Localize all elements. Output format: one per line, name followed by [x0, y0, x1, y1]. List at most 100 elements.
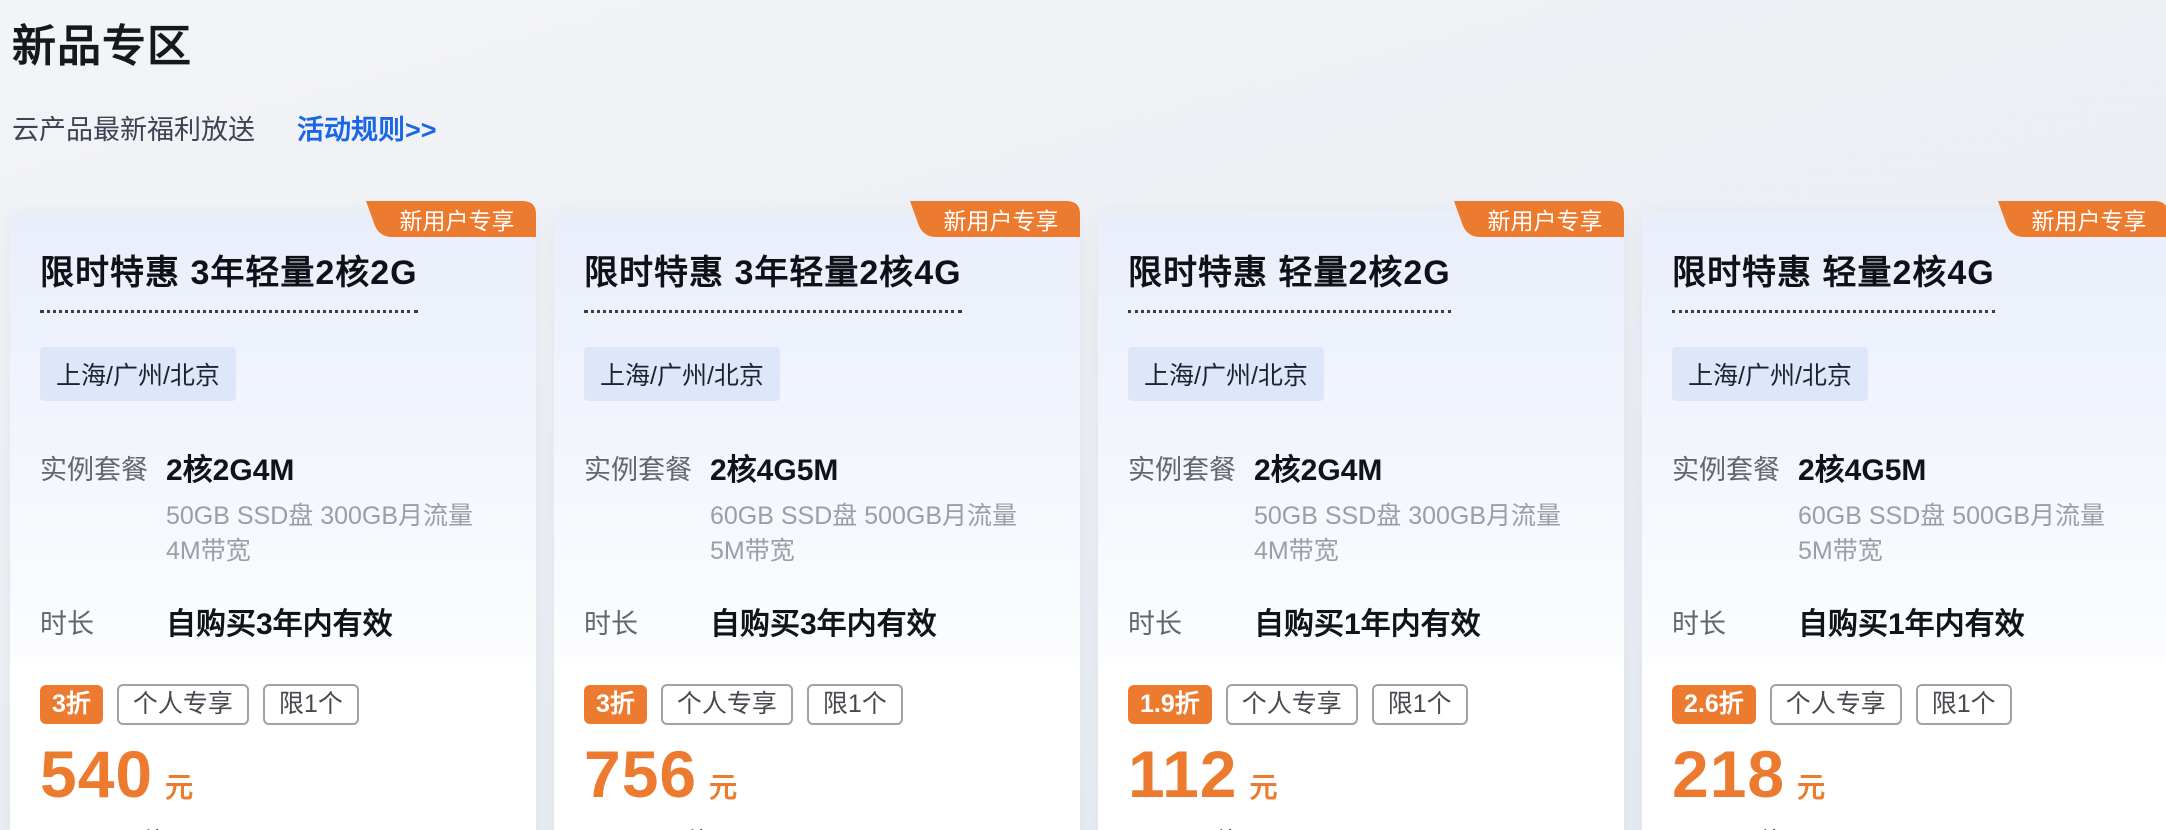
tags-row: 3折 个人专享 限1个 — [584, 684, 1050, 725]
card-title: 限时特惠 3年轻量2核4G — [584, 245, 962, 313]
duration-label: 时长 — [584, 599, 710, 643]
monthly-price: 约15元/月 — [141, 821, 260, 830]
region-tag: 上海/广州/北京 — [40, 347, 236, 401]
price-unit: 元 — [1797, 766, 1825, 806]
limit-tag: 限1个 — [263, 684, 359, 725]
original-price: 1800元 — [40, 821, 127, 830]
new-user-ribbon: 新用户专享 — [1988, 201, 2166, 237]
card-price-section: 1.9折 个人专享 限1个 112 元 600元 约9.33元/月 — [1098, 664, 1624, 830]
package-detail-line1: 50GB SSD盘 300GB月流量 — [1254, 499, 1561, 534]
page-header: 新品专区 云产品最新福利放送 活动规则>> — [0, 0, 2166, 147]
tags-row: 2.6折 个人专享 限1个 — [1672, 684, 2138, 725]
card-title: 限时特惠 轻量2核4G — [1672, 245, 1995, 313]
spec-row-package: 实例套餐 2核2G4M 50GB SSD盘 300GB月流量 4M带宽 — [40, 445, 506, 569]
discount-tag: 3折 — [40, 685, 103, 724]
package-detail: 60GB SSD盘 500GB月流量 5M带宽 — [1798, 499, 2105, 569]
monthly-price: 约9.33元/月 — [1214, 821, 1355, 830]
card-top-section: 限时特惠 轻量2核2G 上海/广州/北京 实例套餐 2核2G4M 50GB SS… — [1098, 211, 1624, 664]
new-user-ribbon: 新用户专享 — [900, 201, 1080, 237]
price-unit: 元 — [1249, 766, 1277, 806]
duration-value: 自购买3年内有效 — [166, 599, 393, 643]
price-unit: 元 — [709, 766, 737, 806]
product-card[interactable]: 新用户专享 限时特惠 3年轻量2核4G 上海/广州/北京 实例套餐 2核4G5M… — [554, 211, 1080, 830]
spec-row-duration: 时长 自购买3年内有效 — [40, 599, 506, 643]
spec-row-package: 实例套餐 2核4G5M 60GB SSD盘 500GB月流量 5M带宽 — [584, 445, 1050, 569]
price-row: 218 元 — [1672, 741, 2138, 807]
monthly-price: 约21元/月 — [685, 821, 804, 830]
package-detail-line2: 5M带宽 — [1798, 534, 2105, 569]
product-card[interactable]: 新用户专享 限时特惠 轻量2核4G 上海/广州/北京 实例套餐 2核4G5M 6… — [1642, 211, 2166, 830]
duration-value: 自购买3年内有效 — [710, 599, 937, 643]
spec-row-package: 实例套餐 2核4G5M 60GB SSD盘 500GB月流量 5M带宽 — [1672, 445, 2138, 569]
old-price-row: 1800元 约15元/月 — [40, 821, 506, 830]
subtitle-row: 云产品最新福利放送 活动规则>> — [12, 108, 2166, 147]
product-card[interactable]: 新用户专享 限时特惠 3年轻量2核2G 上海/广州/北京 实例套餐 2核2G4M… — [10, 211, 536, 830]
personal-tag: 个人专享 — [661, 684, 793, 725]
new-user-ribbon: 新用户专享 — [356, 201, 536, 237]
original-price: 2520元 — [584, 821, 671, 830]
duration-label: 时长 — [1672, 599, 1798, 643]
price-value: 112 — [1128, 741, 1237, 807]
package-detail-line1: 50GB SSD盘 300GB月流量 — [166, 499, 473, 534]
card-title: 限时特惠 轻量2核2G — [1128, 245, 1451, 313]
tags-row: 1.9折 个人专享 限1个 — [1128, 684, 1594, 725]
duration-label: 时长 — [1128, 599, 1254, 643]
discount-tag: 1.9折 — [1128, 685, 1212, 724]
package-detail-line1: 60GB SSD盘 500GB月流量 — [1798, 499, 2105, 534]
price-value: 756 — [584, 741, 697, 807]
package-label: 实例套餐 — [1128, 445, 1254, 569]
ribbon-label: 新用户专享 — [934, 201, 1068, 237]
card-title: 限时特惠 3年轻量2核2G — [40, 245, 418, 313]
price-row: 112 元 — [1128, 741, 1594, 807]
tags-row: 3折 个人专享 限1个 — [40, 684, 506, 725]
package-detail: 50GB SSD盘 300GB月流量 4M带宽 — [1254, 499, 1561, 569]
discount-tag: 2.6折 — [1672, 685, 1756, 724]
price-unit: 元 — [165, 766, 193, 806]
original-price: 600元 — [1128, 821, 1200, 830]
price-row: 756 元 — [584, 741, 1050, 807]
card-top-section: 限时特惠 3年轻量2核4G 上海/广州/北京 实例套餐 2核4G5M 60GB … — [554, 211, 1080, 664]
price-value: 218 — [1672, 741, 1785, 807]
personal-tag: 个人专享 — [117, 684, 249, 725]
spec-grid: 实例套餐 2核4G5M 60GB SSD盘 500GB月流量 5M带宽 时长 自… — [1672, 445, 2138, 643]
package-detail-line2: 5M带宽 — [710, 534, 1017, 569]
card-price-section: 3折 个人专享 限1个 756 元 2520元 约21元/月 — [554, 664, 1080, 830]
ribbon-label: 新用户专享 — [2022, 201, 2156, 237]
old-price-row: 2520元 约21元/月 — [584, 821, 1050, 830]
old-price-row: 600元 约9.33元/月 — [1128, 821, 1594, 830]
card-price-section: 3折 个人专享 限1个 540 元 1800元 约15元/月 — [10, 664, 536, 830]
duration-value: 自购买1年内有效 — [1798, 599, 2025, 643]
personal-tag: 个人专享 — [1770, 684, 1902, 725]
personal-tag: 个人专享 — [1226, 684, 1358, 725]
spec-grid: 实例套餐 2核2G4M 50GB SSD盘 300GB月流量 4M带宽 时长 自… — [40, 445, 506, 643]
spec-row-duration: 时长 自购买1年内有效 — [1128, 599, 1594, 643]
region-tag: 上海/广州/北京 — [1128, 347, 1324, 401]
package-value: 2核4G5M — [710, 445, 1017, 489]
price-row: 540 元 — [40, 741, 506, 807]
ribbon-label: 新用户专享 — [1478, 201, 1612, 237]
card-top-section: 限时特惠 3年轻量2核2G 上海/广州/北京 实例套餐 2核2G4M 50GB … — [10, 211, 536, 664]
page-title: 新品专区 — [12, 10, 2166, 74]
package-value: 2核4G5M — [1798, 445, 2105, 489]
spec-row-duration: 时长 自购买1年内有效 — [1672, 599, 2138, 643]
spec-row-package: 实例套餐 2核2G4M 50GB SSD盘 300GB月流量 4M带宽 — [1128, 445, 1594, 569]
package-value: 2核2G4M — [166, 445, 473, 489]
duration-value: 自购买1年内有效 — [1254, 599, 1481, 643]
product-card[interactable]: 新用户专享 限时特惠 轻量2核2G 上海/广州/北京 实例套餐 2核2G4M 5… — [1098, 211, 1624, 830]
spec-grid: 实例套餐 2核2G4M 50GB SSD盘 300GB月流量 4M带宽 时长 自… — [1128, 445, 1594, 643]
spec-grid: 实例套餐 2核4G5M 60GB SSD盘 500GB月流量 5M带宽 时长 自… — [584, 445, 1050, 643]
activity-rules-link[interactable]: 活动规则>> — [297, 108, 437, 147]
new-user-ribbon: 新用户专享 — [1444, 201, 1624, 237]
card-top-section: 限时特惠 轻量2核4G 上海/广州/北京 实例套餐 2核4G5M 60GB SS… — [1642, 211, 2166, 664]
original-price: 840元 — [1672, 821, 1744, 830]
region-tag: 上海/广州/北京 — [584, 347, 780, 401]
discount-tag: 3折 — [584, 685, 647, 724]
old-price-row: 840元 约18.17元/月 — [1672, 821, 2138, 830]
monthly-price: 约18.17元/月 — [1758, 821, 1914, 830]
limit-tag: 限1个 — [1372, 684, 1468, 725]
package-detail-line2: 4M带宽 — [1254, 534, 1561, 569]
package-detail: 60GB SSD盘 500GB月流量 5M带宽 — [710, 499, 1017, 569]
package-label: 实例套餐 — [584, 445, 710, 569]
limit-tag: 限1个 — [807, 684, 903, 725]
price-value: 540 — [40, 741, 153, 807]
